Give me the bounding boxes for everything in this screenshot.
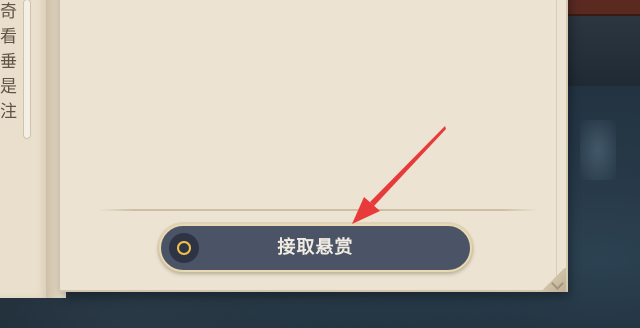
red-pointer-arrow-icon [352,126,446,224]
